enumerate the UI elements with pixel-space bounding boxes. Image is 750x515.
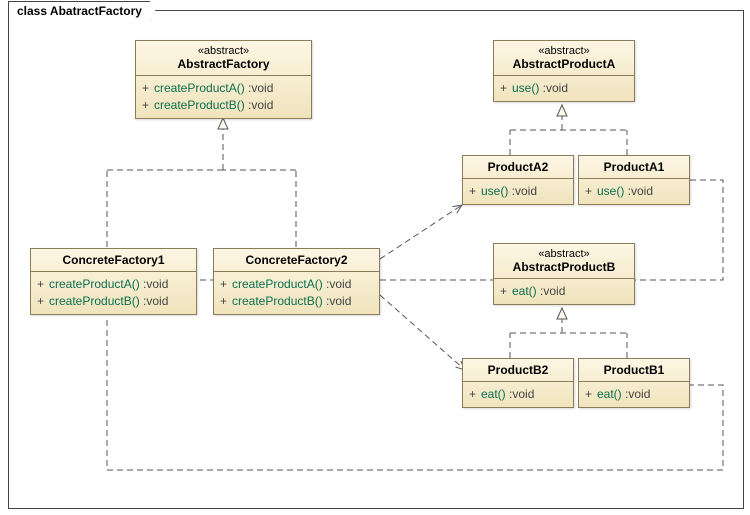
class-abstract-product-a: «abstract» AbstractProductA +use() :void [493,40,635,102]
class-header: ProductB1 [579,359,689,382]
class-header: «abstract» AbstractFactory [136,41,311,76]
operation: +eat() :void [585,386,683,403]
class-ops: +use() :void [494,76,634,101]
class-abstract-factory: «abstract» AbstractFactory +createProduc… [135,40,312,119]
class-name: ConcreteFactory1 [62,253,164,267]
class-product-b1: ProductB1 +eat() :void [578,358,690,408]
class-header: ConcreteFactory1 [31,249,196,272]
frame-title: class AbatractFactory [8,1,151,20]
class-name: AbstractProductB [513,260,616,274]
class-concrete-factory-2: ConcreteFactory2 +createProductA() :void… [213,248,380,315]
class-header: ProductA1 [579,156,689,179]
operation: +use() :void [469,183,567,200]
operation: +eat() :void [469,386,567,403]
class-ops: +createProductA() :void +createProductB(… [136,76,311,118]
class-name: AbstractFactory [177,57,269,71]
class-ops: +createProductA() :void +createProductB(… [31,272,196,314]
frame-title-text: class AbatractFactory [17,4,142,18]
class-ops: +use() :void [579,179,689,204]
operation: +createProductA() :void [220,276,373,293]
class-ops: +eat() :void [463,382,573,407]
operation: +createProductB() :void [220,293,373,310]
class-header: «abstract» AbstractProductB [494,244,634,279]
class-name: ProductA2 [488,160,549,174]
class-header: «abstract» AbstractProductA [494,41,634,76]
class-product-b2: ProductB2 +eat() :void [462,358,574,408]
operation: +use() :void [500,80,628,97]
operation: +createProductA() :void [37,276,190,293]
class-abstract-product-b: «abstract» AbstractProductB +eat() :void [493,243,635,305]
class-header: ProductB2 [463,359,573,382]
class-header: ConcreteFactory2 [214,249,379,272]
operation: +createProductB() :void [37,293,190,310]
class-name: AbstractProductA [513,57,616,71]
class-name: ProductA1 [604,160,665,174]
class-name: ProductB2 [488,363,549,377]
class-name: ProductB1 [604,363,665,377]
stereotype-label: «abstract» [502,45,626,57]
operation: +createProductB() :void [142,97,305,114]
class-ops: +createProductA() :void +createProductB(… [214,272,379,314]
operation: +eat() :void [500,283,628,300]
class-header: ProductA2 [463,156,573,179]
stereotype-label: «abstract» [502,248,626,260]
class-product-a2: ProductA2 +use() :void [462,155,574,205]
stereotype-label: «abstract» [144,45,303,57]
class-ops: +eat() :void [579,382,689,407]
class-product-a1: ProductA1 +use() :void [578,155,690,205]
operation: +use() :void [585,183,683,200]
class-ops: +eat() :void [494,279,634,304]
diagram-canvas: ProductA2 --> ProductB2 --> ProductA1 (l… [0,0,750,515]
class-ops: +use() :void [463,179,573,204]
class-name: ConcreteFactory2 [245,253,347,267]
class-concrete-factory-1: ConcreteFactory1 +createProductA() :void… [30,248,197,315]
operation: +createProductA() :void [142,80,305,97]
